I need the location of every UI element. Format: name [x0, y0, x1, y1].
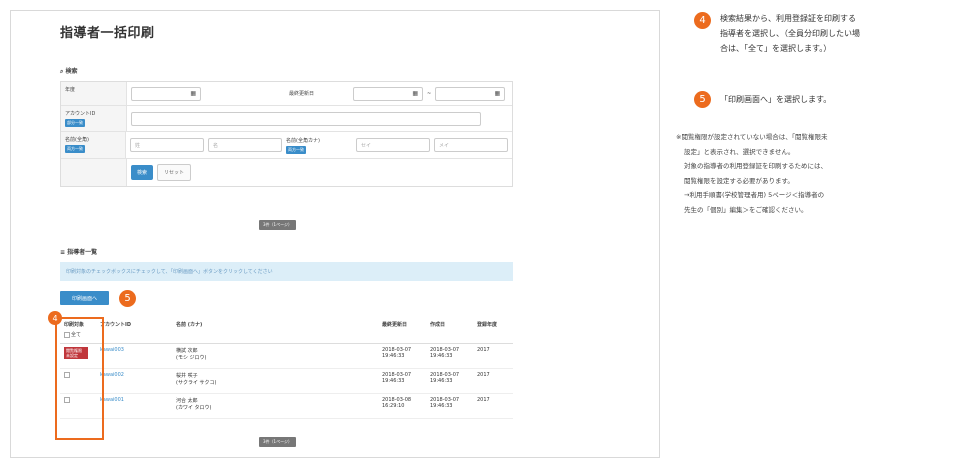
- year-input[interactable]: ▦: [131, 86, 201, 101]
- highlight-box: [55, 317, 104, 440]
- teacher-name: 桜井 咲子: [176, 373, 198, 379]
- marker-5-screen: 5: [119, 290, 136, 307]
- page-title: 指導者一括印刷: [60, 26, 155, 41]
- marker-4: 4: [694, 12, 711, 29]
- step5-text: 「印刷画面へ」を選択します。: [720, 95, 832, 104]
- sei-input[interactable]: 姓: [130, 138, 204, 152]
- created-time: 19:46:33: [430, 403, 453, 409]
- updated-time: 19:46:33: [382, 353, 405, 359]
- account-label: アカウントID: [65, 111, 96, 117]
- pager-top[interactable]: 3件（1ページ）: [259, 220, 297, 230]
- search-form: 年度 ▦ 最終更新日 ▦ ~ ▦ アカウントID 部分一致 名前(全角) 両方一致 …: [60, 81, 513, 187]
- teacher-table: 印刷対象 全て アカウントID 名前 (カナ) 最終更新日 作成日 登録年度 閲覧…: [60, 317, 513, 419]
- account-link[interactable]: kawai002: [100, 372, 176, 393]
- table-header: 印刷対象 全て アカウントID 名前 (カナ) 最終更新日 作成日 登録年度: [60, 317, 513, 344]
- list-icon: ≡: [60, 249, 66, 256]
- range-tilde: ~: [427, 90, 432, 97]
- reg-year: 2017: [477, 397, 490, 403]
- reset-button[interactable]: リセット: [157, 164, 192, 181]
- marker-5: 5: [694, 91, 711, 108]
- name-label: 名前(全角): [65, 137, 89, 143]
- screenshot-panel: 指導者一括印刷 ⌕ 検索 年度 ▦ 最終更新日 ▦ ~ ▦ アカウントID 部分一…: [10, 10, 660, 458]
- account-link[interactable]: kawai003: [100, 347, 176, 368]
- updated-time: 19:46:33: [382, 378, 405, 384]
- col-year: 登録年度: [477, 322, 498, 328]
- info-message: 印刷対象のチェックボックスにチェックして、「印刷画面へ」ボタンをクリックしてくだ…: [60, 262, 513, 281]
- list-header: ≡ 指導者一覧: [60, 249, 98, 256]
- col-created: 作成日: [430, 322, 446, 328]
- mei-input[interactable]: 名: [208, 138, 282, 152]
- updated-from-input[interactable]: ▦: [353, 86, 423, 101]
- created-time: 19:46:33: [430, 353, 453, 359]
- partial-match-badge: 部分一致: [65, 119, 85, 127]
- mei-kana-input[interactable]: メイ: [434, 138, 508, 152]
- step4-text: 検索結果から、利用登録証を印刷する 指導者を選択し、（全員分印刷したい場 合は、…: [720, 14, 860, 53]
- search-icon: ⌕: [60, 68, 64, 75]
- col-name: 名前 (カナ): [176, 322, 203, 328]
- search-header: ⌕ 検索: [60, 68, 78, 75]
- both-match-badge: 両方一致: [65, 145, 85, 153]
- print-screen-button[interactable]: 印刷画面へ: [60, 291, 109, 305]
- sei-kana-input[interactable]: セイ: [356, 138, 430, 152]
- teacher-kana: (サクライ サクコ): [176, 380, 217, 386]
- col-updated: 最終更新日: [382, 322, 408, 328]
- calendar-icon: ▦: [190, 90, 196, 97]
- teacher-kana: (モシ ジロウ): [176, 355, 207, 361]
- table-row: kawai002 桜井 咲子 (サクライ サクコ) 2018-03-07 19:46…: [60, 369, 513, 394]
- marker-4-screen: 4: [48, 311, 62, 325]
- reg-year: 2017: [477, 347, 490, 353]
- table-row: kawai001 河合 太郎 (カワイ タロウ) 2018-03-08 16:29:…: [60, 394, 513, 419]
- pager-bottom[interactable]: 3件（1ページ）: [259, 437, 297, 447]
- account-input[interactable]: [131, 111, 481, 126]
- calendar-icon: ▦: [494, 90, 501, 97]
- permission-note: ※閲覧権限が設定されていない場合は、「閲覧権限未 設定」と表示され、選択できませ…: [676, 133, 828, 214]
- col-account: アカウントID: [100, 322, 132, 328]
- updated-label: 最終更新日: [289, 91, 315, 97]
- search-button[interactable]: 検索: [131, 165, 154, 180]
- name-kana-label: 名前(全角カナ): [286, 137, 320, 144]
- created-time: 19:46:33: [430, 378, 453, 384]
- year-label: 年度: [61, 82, 127, 105]
- teacher-name: 河合 太郎: [176, 398, 198, 404]
- teacher-name: 横試 次郎: [176, 348, 198, 354]
- table-row: 閲覧権限 未設定 kawai003 横試 次郎 (モシ ジロウ) 2018-03-…: [60, 344, 513, 369]
- calendar-icon: ▦: [412, 90, 418, 97]
- updated-to-input[interactable]: ▦: [435, 86, 506, 101]
- reg-year: 2017: [477, 372, 490, 378]
- updated-time: 16:29:10: [382, 403, 405, 409]
- account-link[interactable]: kawai001: [100, 397, 176, 418]
- teacher-kana: (カワイ タロウ): [176, 405, 212, 411]
- both-match-badge-kana: 両方一致: [286, 145, 306, 154]
